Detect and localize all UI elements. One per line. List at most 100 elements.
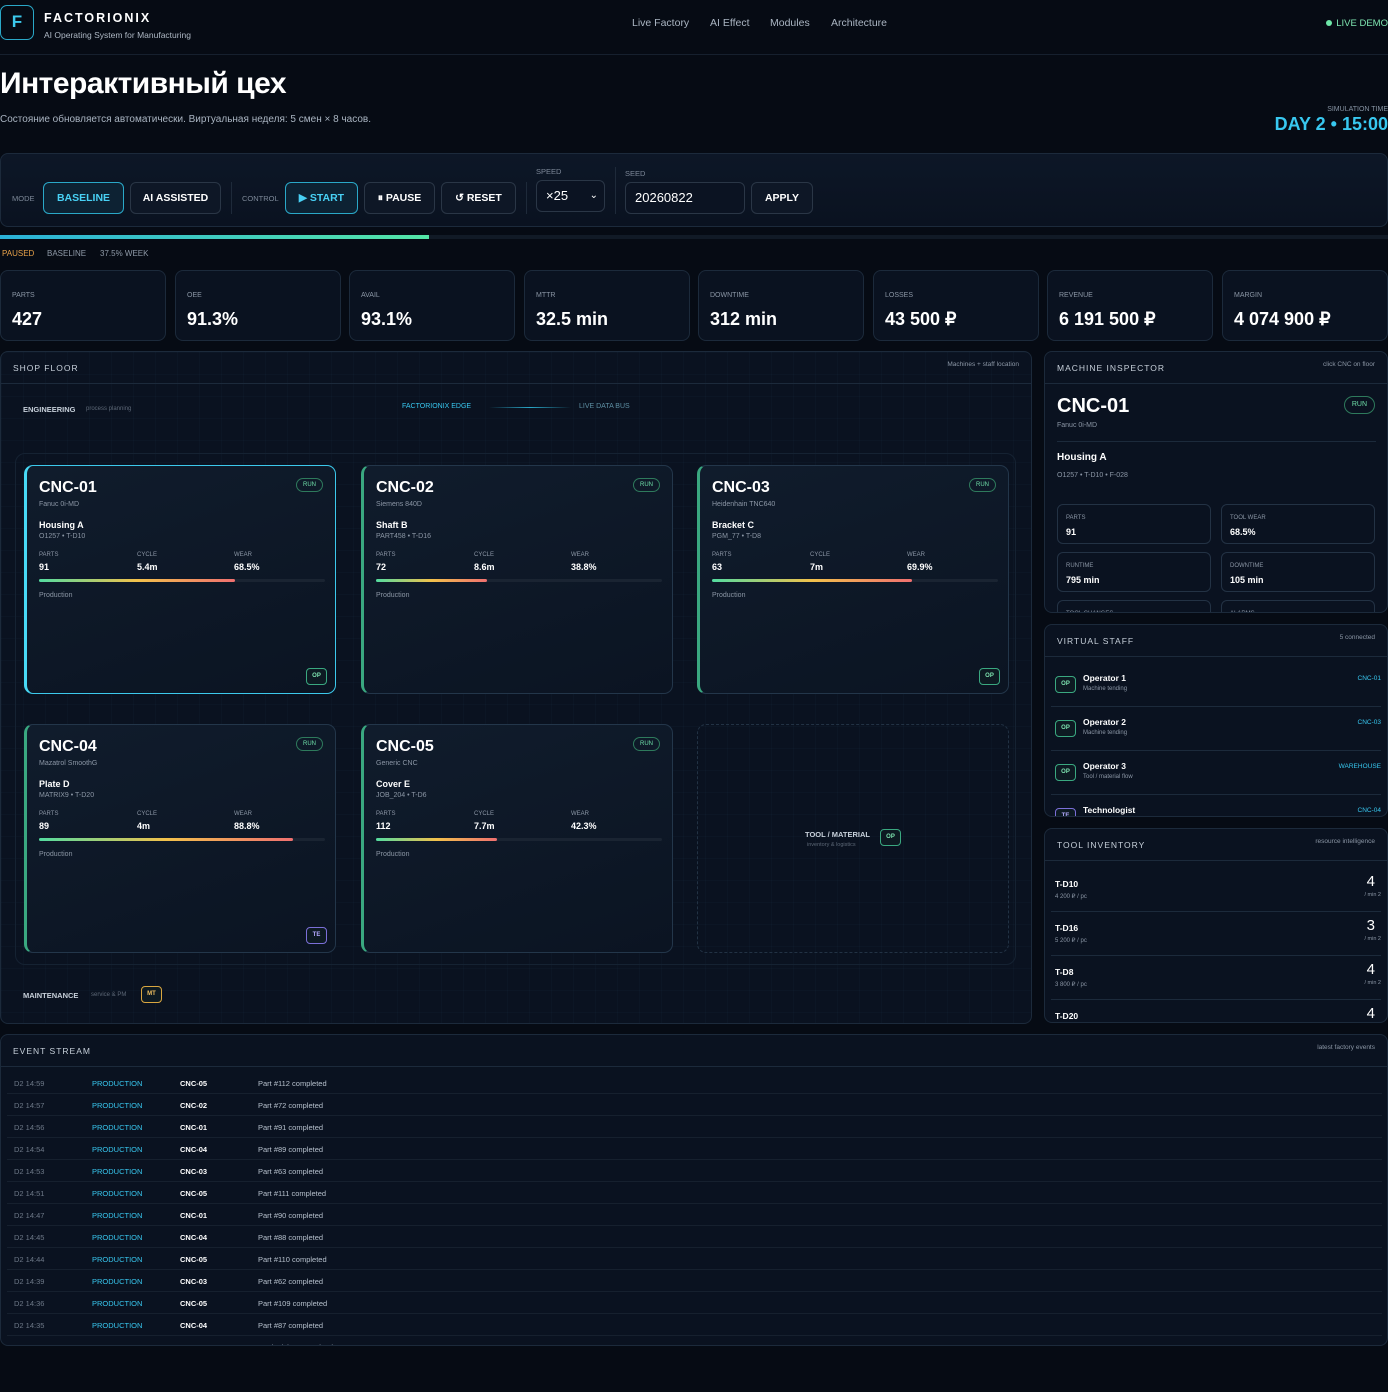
ai-assisted-button[interactable]: AI ASSISTED	[130, 182, 221, 214]
wear-value: 88.8%	[234, 821, 260, 831]
seed-input[interactable]: 20260822	[625, 182, 745, 214]
event-row: D2 14:35 PRODUCTION CNC-04 Part #87 comp…	[7, 1314, 1382, 1336]
inspector-stat-value: 91	[1066, 527, 1077, 537]
event-message: Part #91 completed	[258, 1123, 324, 1132]
tool-row[interactable]: T-D20 4	[1051, 1000, 1381, 1022]
event-machine: CNC-04	[180, 1145, 208, 1154]
nav-live-factory[interactable]: Live Factory	[632, 17, 689, 29]
event-time: D2 14:47	[14, 1211, 45, 1220]
kpi-value: 4 074 900 ₽	[1234, 309, 1331, 329]
pause-button[interactable]: ⏸ PAUSE	[364, 182, 435, 214]
wear-value: 68.5%	[234, 562, 260, 572]
machine-name: CNC-04	[39, 738, 97, 755]
staff-location: CNC-04	[1357, 807, 1381, 814]
event-category: PRODUCTION	[92, 1255, 143, 1264]
machine-model: Mazatrol SmoothG	[39, 760, 98, 767]
cycle-value: 4m	[137, 821, 151, 831]
staff-chip[interactable]: TE	[306, 927, 327, 944]
control-panel: MODE BASELINE AI ASSISTED CONTROL ▶ STAR…	[0, 153, 1388, 227]
staff-row[interactable]: TE Technologist CNC-04	[1051, 795, 1381, 816]
machine-card[interactable]: CNC-03 Heidenhain TNC640 RUN Bracket C P…	[697, 465, 1009, 694]
tool-material-zone[interactable]: TOOL / MATERIAL inventory & logistics OP	[697, 724, 1009, 953]
event-time: D2 14:51	[14, 1189, 45, 1198]
event-time: D2 14:35	[14, 1321, 45, 1330]
shop-floor-note: Machines + staff location	[947, 361, 1019, 368]
event-row: D2 14:54 PRODUCTION CNC-04 Part #89 comp…	[7, 1138, 1382, 1160]
machine-card[interactable]: CNC-01 Fanuc 0i-MD RUN Housing A O1257 •…	[24, 465, 336, 694]
staff-row[interactable]: OP Operator 3 Tool / material flow WAREH…	[1051, 751, 1381, 795]
machine-card[interactable]: CNC-02 Siemens 840D RUN Shaft B PART458 …	[361, 465, 673, 694]
inspector-part: Housing A	[1057, 452, 1107, 463]
simulation-time-label: SIMULATION TIME	[1327, 106, 1388, 113]
status-badge: RUN	[1343, 396, 1375, 414]
machine-state: Production	[376, 592, 410, 599]
machine-model: Generic CNC	[376, 760, 418, 767]
top-header: F FACTORIONIX AI Operating System for Ma…	[0, 0, 1388, 55]
reset-button[interactable]: ↺ RESET	[441, 182, 516, 214]
inspector-stat: ALARMS	[1221, 600, 1375, 612]
tool-row[interactable]: T-D16 5 200 ₽ / pc 3 / min 2	[1051, 912, 1381, 956]
tool-inventory-panel: TOOL INVENTORY resource intelligence T-D…	[1044, 828, 1388, 1023]
machine-model: Siemens 840D	[376, 501, 422, 508]
parts-label: PARTS	[39, 552, 59, 558]
seed-label: SEED	[625, 169, 646, 178]
baseline-button[interactable]: BASELINE	[43, 182, 124, 214]
speed-select[interactable]: ×25 ⌄	[536, 180, 605, 212]
events-title: EVENT STREAM	[13, 1046, 91, 1056]
divider	[231, 182, 232, 214]
wear-value: 69.9%	[907, 562, 933, 572]
cycle-label: CYCLE	[474, 552, 495, 558]
parts-label: PARTS	[712, 552, 732, 558]
inspector-stat: DOWNTIME 105 min	[1221, 552, 1375, 592]
staff-chip[interactable]: OP	[979, 668, 1000, 685]
staff-row[interactable]: OP Operator 1 Machine tending CNC-01	[1051, 663, 1381, 707]
machine-card[interactable]: CNC-04 Mazatrol SmoothG RUN Plate D MATR…	[24, 724, 336, 953]
event-category: PRODUCTION	[92, 1123, 143, 1132]
event-message: Part #90 completed	[258, 1211, 324, 1220]
page-title: Интерактивный цех	[0, 67, 287, 100]
event-category: INVENTORY	[92, 1343, 135, 1345]
staff-note: 5 connected	[1339, 634, 1375, 641]
tool-row[interactable]: T-D8 3 800 ₽ / pc 4 / min 2	[1051, 956, 1381, 1000]
status-badge: RUN	[969, 478, 996, 492]
nav-ai-effect[interactable]: AI Effect	[710, 17, 750, 29]
machine-program: MATRIX9 • T-D20	[39, 792, 95, 799]
machine-card[interactable]: CNC-05 Generic CNC RUN Cover E JOB_204 •…	[361, 724, 673, 953]
parts-label: PARTS	[39, 811, 59, 817]
inspector-stat-value: 68.5%	[1230, 527, 1256, 537]
staff-chip[interactable]: OP	[306, 668, 327, 685]
logo-icon[interactable]: F	[0, 5, 34, 40]
wear-bar-fill	[39, 579, 235, 582]
nav-architecture[interactable]: Architecture	[831, 17, 887, 29]
event-machine: CNC-05	[180, 1299, 208, 1308]
inspector-stat: PARTS 91	[1057, 504, 1211, 544]
event-category: PRODUCTION	[92, 1277, 143, 1286]
inspector-stat: TOOL WEAR 68.5%	[1221, 504, 1375, 544]
cycle-value: 5.4m	[137, 562, 158, 572]
tool-price: 4 200 ₽ / pc	[1055, 894, 1087, 900]
machine-state: Production	[39, 851, 73, 858]
staff-row[interactable]: OP Operator 2 Machine tending CNC-03	[1051, 707, 1381, 751]
machine-name: CNC-02	[376, 479, 434, 496]
machine-name: CNC-05	[376, 738, 434, 755]
staff-location: WAREHOUSE	[1338, 763, 1381, 770]
staff-chip-mt[interactable]: MT	[141, 986, 162, 1003]
kpi-label: REVENUE	[1059, 292, 1093, 299]
kpi-value: 91.3%	[187, 309, 239, 329]
start-button[interactable]: ▶ START	[285, 182, 358, 214]
staff-chip-op[interactable]: OP	[880, 829, 901, 846]
wear-value: 42.3%	[571, 821, 597, 831]
live-demo-indicator: LIVE DEMO	[1326, 18, 1388, 29]
event-message: Part #87 completed	[258, 1321, 324, 1330]
apply-button[interactable]: APPLY	[751, 182, 813, 214]
control-label: CONTROL	[242, 194, 279, 203]
kpi-card: AVAIL 93.1%	[349, 270, 515, 341]
week-progress-fill	[0, 235, 429, 239]
kpi-value: 427	[12, 309, 43, 329]
tool-row[interactable]: T-D10 4 200 ₽ / pc 4 / min 2	[1051, 868, 1381, 912]
event-time: D2 14:39	[14, 1277, 45, 1286]
event-machine: CNC-04	[180, 1233, 208, 1242]
nav-modules[interactable]: Modules	[770, 17, 810, 29]
maintenance-zone-sub: service & PM	[91, 992, 127, 998]
staff-role: Tool / material flow	[1083, 774, 1133, 780]
